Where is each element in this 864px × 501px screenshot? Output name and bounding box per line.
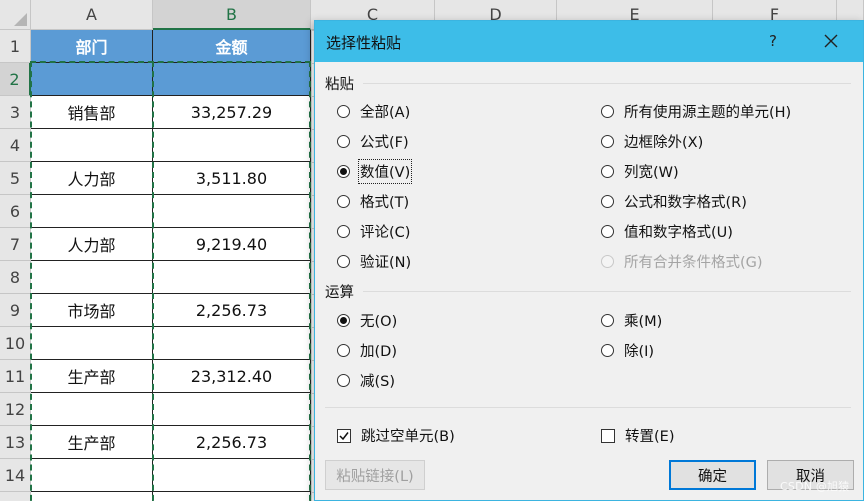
op-left-label: 无(O) bbox=[360, 314, 398, 330]
row-header-1[interactable]: 1 bbox=[0, 30, 31, 63]
radio-button[interactable] bbox=[601, 105, 614, 118]
radio-button[interactable] bbox=[337, 165, 350, 178]
op-right-label: 乘(M) bbox=[624, 314, 663, 330]
paste-right-label: 边框除外(X) bbox=[624, 135, 704, 151]
row-header-13[interactable]: 13 bbox=[0, 426, 31, 459]
watermark: CSDN @旭猿 bbox=[780, 480, 850, 493]
column-header-a[interactable]: A bbox=[31, 0, 153, 30]
paste-link-button[interactable]: 粘贴链接(L) bbox=[325, 460, 425, 490]
op-left-label: 加(D) bbox=[360, 344, 397, 360]
paste-right-label: 公式和数字格式(R) bbox=[624, 195, 747, 211]
row-header-12[interactable]: 12 bbox=[0, 393, 31, 426]
paste-left-option-2[interactable]: 数值(V) bbox=[337, 159, 413, 184]
close-icon bbox=[824, 34, 838, 48]
paste-left-option-4[interactable]: 评论(C) bbox=[337, 221, 410, 242]
op-left-option-1[interactable]: 加(D) bbox=[337, 340, 397, 361]
copy-marquee bbox=[30, 61, 311, 501]
paste-right-option-3[interactable]: 公式和数字格式(R) bbox=[601, 191, 747, 212]
paste-left-option-5[interactable]: 验证(N) bbox=[337, 251, 411, 272]
radio-button[interactable] bbox=[601, 314, 614, 327]
paste-right-label: 所有使用源主题的单元(H) bbox=[624, 105, 792, 121]
paste-special-dialog: 选择性粘贴 ? 粘贴 全部(A) 公式(F) 数值(V) 格式(T) 评论(C) 验证(N… bbox=[314, 20, 864, 501]
row-header-3[interactable]: 3 bbox=[0, 96, 31, 129]
radio-button[interactable] bbox=[601, 225, 614, 238]
radio-button[interactable] bbox=[337, 374, 350, 387]
ok-button[interactable]: 确定 bbox=[669, 460, 756, 490]
transpose-label: 转置(E) bbox=[625, 429, 675, 445]
paste-separator bbox=[363, 83, 851, 84]
header-cell-dept[interactable]: 部门 bbox=[31, 30, 153, 63]
column-header-b[interactable]: B bbox=[153, 0, 311, 30]
row-header-6[interactable]: 6 bbox=[0, 195, 31, 228]
help-button[interactable]: ? bbox=[755, 25, 791, 57]
paste-left-label: 数值(V) bbox=[357, 159, 413, 184]
radio-button[interactable] bbox=[337, 195, 350, 208]
radio-button[interactable] bbox=[337, 314, 350, 327]
paste-left-label: 格式(T) bbox=[360, 195, 410, 211]
paste-left-option-0[interactable]: 全部(A) bbox=[337, 101, 410, 122]
radio-button bbox=[601, 255, 614, 268]
options-separator bbox=[325, 407, 851, 408]
header-cell-amount[interactable]: 金额 bbox=[153, 30, 311, 63]
paste-right-option-1[interactable]: 边框除外(X) bbox=[601, 131, 703, 152]
row-header-10[interactable]: 10 bbox=[0, 327, 31, 360]
paste-right-label: 列宽(W) bbox=[624, 165, 679, 181]
row-header-11[interactable]: 11 bbox=[0, 360, 31, 393]
close-button[interactable] bbox=[813, 25, 849, 57]
radio-button[interactable] bbox=[601, 135, 614, 148]
radio-button[interactable] bbox=[337, 105, 350, 118]
operation-section-label: 运算 bbox=[325, 285, 354, 301]
radio-button[interactable] bbox=[601, 195, 614, 208]
radio-button[interactable] bbox=[337, 255, 350, 268]
transpose-box[interactable] bbox=[601, 428, 615, 443]
row-header-7[interactable]: 7 bbox=[0, 228, 31, 261]
paste-right-label: 所有合并条件格式(G) bbox=[624, 255, 763, 271]
radio-button[interactable] bbox=[337, 135, 350, 148]
paste-section-label: 粘贴 bbox=[325, 77, 354, 93]
op-right-option-1[interactable]: 除(I) bbox=[601, 340, 654, 361]
dialog-title: 选择性粘贴 bbox=[326, 34, 402, 52]
operation-separator bbox=[363, 291, 851, 292]
transpose-checkbox[interactable]: 转置(E) bbox=[601, 425, 674, 446]
select-all-corner[interactable] bbox=[0, 0, 31, 30]
paste-right-label: 值和数字格式(U) bbox=[624, 225, 733, 241]
skip-blanks-label: 跳过空单元(B) bbox=[361, 429, 455, 445]
skip-blanks-checkbox[interactable]: 跳过空单元(B) bbox=[337, 425, 455, 446]
op-right-label: 除(I) bbox=[624, 344, 655, 360]
paste-left-label: 验证(N) bbox=[360, 255, 412, 271]
op-left-label: 减(S) bbox=[360, 374, 396, 390]
dialog-title-bar[interactable]: 选择性粘贴 ? bbox=[315, 21, 863, 62]
paste-right-option-5: 所有合并条件格式(G) bbox=[601, 251, 763, 272]
paste-left-label: 全部(A) bbox=[360, 105, 411, 121]
row-header-5[interactable]: 5 bbox=[0, 162, 31, 195]
paste-left-label: 公式(F) bbox=[360, 135, 409, 151]
row-header-14[interactable]: 14 bbox=[0, 459, 31, 492]
radio-button[interactable] bbox=[337, 344, 350, 357]
radio-button[interactable] bbox=[337, 225, 350, 238]
paste-right-option-4[interactable]: 值和数字格式(U) bbox=[601, 221, 733, 242]
paste-right-option-0[interactable]: 所有使用源主题的单元(H) bbox=[601, 101, 791, 122]
row-header-4[interactable]: 4 bbox=[0, 129, 31, 162]
checkmark-icon bbox=[339, 431, 349, 440]
radio-button[interactable] bbox=[601, 344, 614, 357]
skip-blanks-box[interactable] bbox=[337, 428, 351, 443]
paste-left-label: 评论(C) bbox=[360, 225, 411, 241]
row-header-8[interactable]: 8 bbox=[0, 261, 31, 294]
row-header-9[interactable]: 9 bbox=[0, 294, 31, 327]
radio-button[interactable] bbox=[601, 165, 614, 178]
paste-right-option-2[interactable]: 列宽(W) bbox=[601, 161, 679, 182]
row-header-2[interactable]: 2 bbox=[0, 63, 31, 96]
copy-marquee-divider bbox=[152, 61, 154, 501]
op-left-option-2[interactable]: 减(S) bbox=[337, 370, 395, 391]
row-header-15[interactable]: 15 bbox=[0, 492, 31, 501]
paste-left-option-1[interactable]: 公式(F) bbox=[337, 131, 409, 152]
op-left-option-0[interactable]: 无(O) bbox=[337, 310, 397, 331]
paste-left-option-3[interactable]: 格式(T) bbox=[337, 191, 409, 212]
op-right-option-0[interactable]: 乘(M) bbox=[601, 310, 662, 331]
